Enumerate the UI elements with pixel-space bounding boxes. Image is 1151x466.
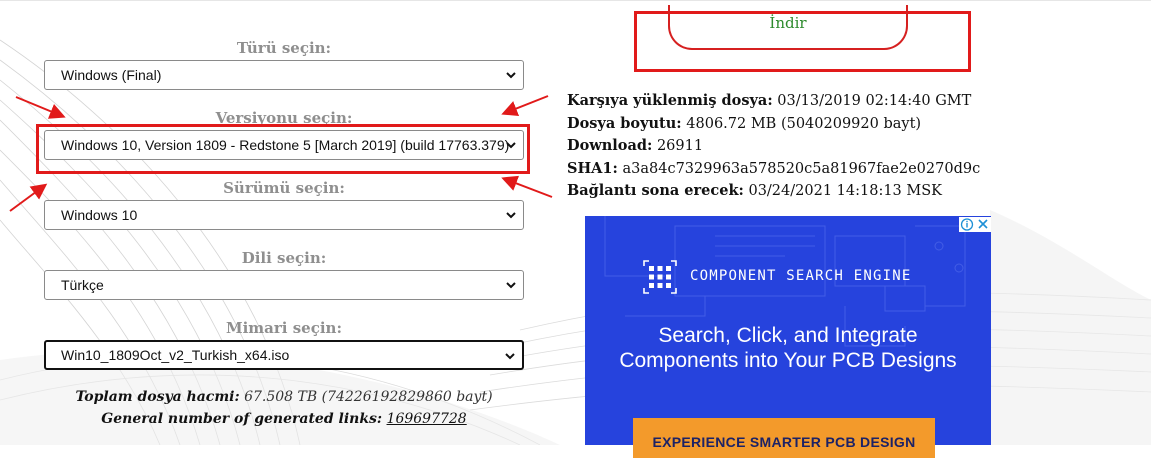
download-count-value: 26911 bbox=[656, 138, 704, 155]
uploaded-row: Karşıya yüklenmiş dosya: 03/13/2019 02:1… bbox=[567, 90, 980, 113]
download-count-row: Download: 26911 bbox=[567, 135, 980, 158]
close-icon[interactable] bbox=[978, 219, 988, 229]
ad-brand: COMPONENT SEARCH ENGINE bbox=[690, 268, 912, 284]
size-row: Dosya boyutu: 4806.72 MB (5040209920 bay… bbox=[567, 113, 980, 136]
expires-value: 03/24/2021 14:18:13 MSK bbox=[748, 183, 942, 200]
sha1-value: a3a84c7329963a578520c5a81967fae2e0270d9c bbox=[622, 160, 981, 177]
download-button[interactable]: İndir bbox=[668, 5, 908, 50]
expires-row: Bağlantı sona erecek: 03/24/2021 14:18:1… bbox=[567, 180, 980, 203]
adchoices-badge[interactable] bbox=[959, 217, 991, 232]
uploaded-value: 03/13/2019 02:14:40 GMT bbox=[777, 93, 972, 109]
size-label: Dosya boyutu: bbox=[567, 114, 682, 132]
ad-headline-2: Components into Your PCB Designs bbox=[619, 349, 957, 372]
size-value: 4806.72 MB (5040209920 bayt) bbox=[686, 115, 922, 132]
file-info: Karşıya yüklenmiş dosya: 03/13/2019 02:1… bbox=[567, 90, 980, 203]
sha1-row: SHA1: a3a84c7329963a578520c5a81967fae2e0… bbox=[567, 158, 980, 181]
uploaded-label: Karşıya yüklenmiş dosya: bbox=[567, 92, 773, 109]
ad-cta-button[interactable]: EXPERIENCE SMARTER PCB DESIGN bbox=[633, 418, 935, 458]
download-count-label: Download: bbox=[567, 137, 653, 155]
sha1-label: SHA1: bbox=[567, 159, 618, 177]
expires-label: Bağlantı sona erecek: bbox=[567, 182, 744, 200]
ad-headline-1: Search, Click, and Integrate bbox=[658, 324, 918, 347]
adchoices-icon[interactable] bbox=[960, 218, 974, 231]
grid-logo-icon bbox=[643, 260, 677, 294]
